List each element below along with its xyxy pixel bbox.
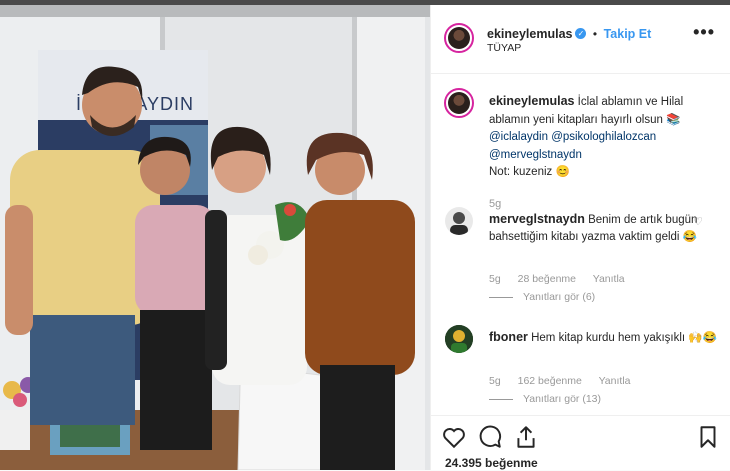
- comment-2-view-replies[interactable]: Yanıtları gör (13): [489, 393, 601, 405]
- comment-2-meta: 5g 162 beğenme Yanıtla: [489, 375, 645, 387]
- comment-1-username[interactable]: merveglstnaydn: [489, 212, 585, 226]
- comment-1-reply-button[interactable]: Yanıtla: [593, 273, 625, 285]
- comment-icon[interactable]: [477, 424, 503, 450]
- smile-emoji-icon: 😊: [555, 166, 570, 178]
- comment-1-heart-icon[interactable]: ♡: [693, 215, 703, 228]
- comment-2-reply-button[interactable]: Yanıtla: [599, 375, 631, 387]
- comment-1-meta: 5g 28 beğenme Yanıtla: [489, 273, 639, 285]
- comment-2-heart-icon[interactable]: ♡: [693, 333, 703, 346]
- caption-note: Not: kuzeniz: [489, 166, 553, 178]
- post-side-panel: ekineylemulas ✓ • Takip Et TÜYAP ••• ekin…: [430, 5, 730, 470]
- follow-button[interactable]: Takip Et: [604, 27, 652, 41]
- likes-count[interactable]: 24.395 beğenme: [445, 456, 538, 470]
- bookmark-icon[interactable]: [695, 424, 721, 450]
- author-username[interactable]: ekineylemulas: [487, 27, 572, 41]
- photo-illustration: İCLAL AYDIN: [0, 5, 430, 470]
- caption-avatar[interactable]: [444, 88, 474, 118]
- post-photo[interactable]: İCLAL AYDIN: [0, 5, 430, 470]
- books-emoji-icon: 📚: [666, 113, 681, 126]
- comment-1-view-replies[interactable]: Yanıtları gör (6): [489, 291, 595, 303]
- comment-2: fboner Hem kitap kurdu hem yakışıklı 🙌😂: [489, 329, 719, 347]
- comment-1-likes[interactable]: 28 beğenme: [518, 273, 576, 285]
- author-line: ekineylemulas ✓ • Takip Et: [487, 27, 652, 41]
- comment-2-username[interactable]: fboner: [489, 330, 528, 344]
- comment-1: merveglstnaydn Benim de artık bugün bahs…: [489, 211, 719, 246]
- caption-username[interactable]: ekineylemulas: [489, 94, 574, 108]
- comment-avatar-merveglstnaydn[interactable]: [445, 207, 473, 235]
- comment-1-time: 5g: [489, 273, 501, 285]
- action-bar: 24.395 beğenme: [431, 415, 730, 471]
- share-icon[interactable]: [513, 424, 539, 450]
- verified-icon: ✓: [575, 28, 587, 40]
- comment-avatar-fboner[interactable]: [445, 325, 473, 353]
- heart-icon[interactable]: [441, 424, 467, 450]
- more-icon[interactable]: •••: [693, 22, 715, 43]
- comment-2-text: Hem kitap kurdu hem yakışıklı: [531, 332, 686, 344]
- post-header: ekineylemulas ✓ • Takip Et TÜYAP •••: [431, 5, 730, 74]
- author-avatar[interactable]: [444, 23, 474, 53]
- mention-iclalaydin[interactable]: @iclalaydin: [489, 131, 548, 143]
- comment-2-time: 5g: [489, 375, 501, 387]
- mention-merveglstnaydn[interactable]: @merveglstnaydn: [489, 149, 582, 161]
- laugh-emoji-icon: 😂: [682, 231, 697, 243]
- mention-psikologhilalozcan[interactable]: @psikologhilalozcan: [551, 131, 656, 143]
- post-caption: ekineylemulas İclal ablamın ve Hilal abl…: [489, 93, 719, 213]
- comment-2-likes[interactable]: 162 beğenme: [518, 375, 582, 387]
- post-location[interactable]: TÜYAP: [487, 42, 521, 54]
